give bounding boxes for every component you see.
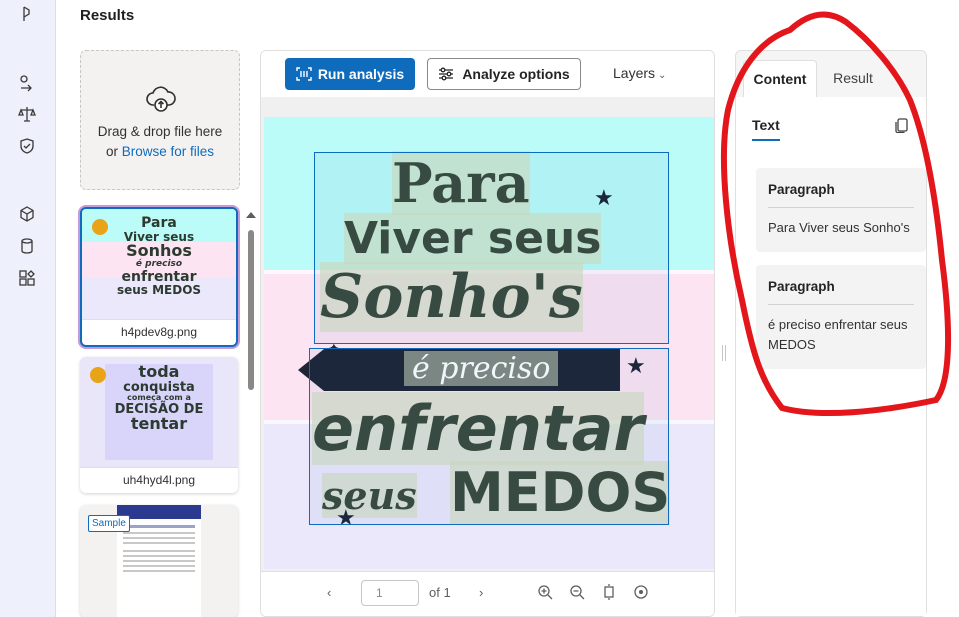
paragraph-heading: Paragraph: [768, 265, 914, 305]
database-icon[interactable]: [17, 236, 37, 256]
dropzone-or: or: [105, 144, 118, 159]
shield-icon[interactable]: [17, 136, 37, 156]
page-number-input[interactable]: 1: [361, 580, 419, 606]
paragraph-text: Para Viver seus Sonho's: [768, 220, 910, 235]
status-dot: [92, 219, 108, 235]
paragraph-text: é preciso enfrentar seus MEDOS: [768, 317, 908, 352]
paragraph-bbox-2[interactable]: [309, 348, 669, 525]
scan-icon: [296, 67, 312, 81]
document-canvas: Para ★ Viver seus Sonho's é preciso ✦ ★ …: [261, 97, 714, 571]
browse-files-link[interactable]: Browse for files: [122, 144, 214, 159]
prev-page-icon[interactable]: ‹: [327, 585, 331, 600]
paragraph-bbox-1[interactable]: [314, 152, 669, 344]
cloud-upload-icon: [146, 86, 176, 112]
analyze-options-button[interactable]: Analyze options: [427, 58, 581, 90]
analyze-options-label: Analyze options: [462, 66, 570, 82]
sample-badge: Sample: [88, 515, 130, 532]
file-card-sample[interactable]: Sample: [80, 505, 238, 617]
app-logo-icon[interactable]: [17, 4, 37, 24]
next-page-icon[interactable]: ›: [479, 585, 483, 600]
zoom-in-icon[interactable]: [537, 584, 553, 600]
file-list-scrollbar[interactable]: [248, 230, 254, 390]
rotate-icon[interactable]: [633, 584, 649, 600]
viewer-toolbar: Run analysis Analyze options Layers ⌄: [261, 51, 714, 97]
thumbnail-art: Para Viver seus Sonhos é preciso enfrent…: [116, 215, 202, 298]
paragraph-card[interactable]: Paragraph é preciso enfrentar seus MEDOS: [756, 265, 926, 369]
left-rail: [0, 0, 56, 617]
zoom-out-icon[interactable]: [569, 584, 585, 600]
file-name: h4pdev8g.png: [82, 319, 236, 345]
panel-splitter[interactable]: [722, 345, 726, 361]
dropzone-label: Drag & drop file here: [97, 124, 223, 139]
content-pane: Text Paragraph Para Viver seus Sonho's P…: [736, 97, 926, 616]
options-sliders-icon: [439, 67, 454, 81]
page-count-label: of 1: [429, 585, 451, 600]
tab-result[interactable]: Result: [818, 60, 888, 98]
status-dot: [90, 367, 106, 383]
run-analysis-label: Run analysis: [317, 66, 405, 82]
run-analysis-button[interactable]: Run analysis: [285, 58, 415, 90]
paragraph-heading: Paragraph: [768, 168, 914, 208]
page-title: Results: [80, 7, 135, 24]
file-card-uh4hyd4l[interactable]: toda conquista começa com a DECISÃO DE t…: [80, 357, 238, 493]
document-viewer: Run analysis Analyze options Layers ⌄ Par…: [260, 50, 715, 617]
layers-dropdown[interactable]: Layers ⌄: [613, 65, 666, 81]
main-area: Results Drag & drop file here or Browse …: [56, 0, 959, 617]
file-card-h4pdev8g[interactable]: Para Viver seus Sonhos é preciso enfrent…: [80, 207, 238, 347]
copy-icon[interactable]: [894, 117, 910, 133]
file-dropzone[interactable]: Drag & drop file here or Browse for file…: [80, 50, 240, 190]
fit-page-icon[interactable]: [601, 584, 617, 600]
results-panel: Content Result Text Paragraph Para Viver…: [735, 50, 927, 617]
process-icon[interactable]: [17, 73, 37, 93]
paragraph-card[interactable]: Paragraph Para Viver seus Sonho's: [756, 168, 926, 252]
chevron-down-icon: ⌄: [658, 70, 667, 81]
scroll-up-arrow[interactable]: [246, 212, 256, 218]
page-navigator: ‹ 1 of 1 ›: [261, 571, 714, 616]
apps-icon[interactable]: [17, 268, 37, 288]
file-name: uh4hyd4l.png: [80, 467, 238, 493]
subtab-text[interactable]: Text: [752, 117, 780, 141]
scale-icon[interactable]: [17, 104, 37, 124]
document-image: Para ★ Viver seus Sonho's é preciso ✦ ★ …: [264, 117, 714, 569]
thumbnail-art: toda conquista começa com a DECISÃO DE t…: [105, 363, 213, 460]
tab-content[interactable]: Content: [743, 60, 817, 98]
cube-icon[interactable]: [17, 204, 37, 224]
layers-label: Layers: [613, 65, 656, 81]
